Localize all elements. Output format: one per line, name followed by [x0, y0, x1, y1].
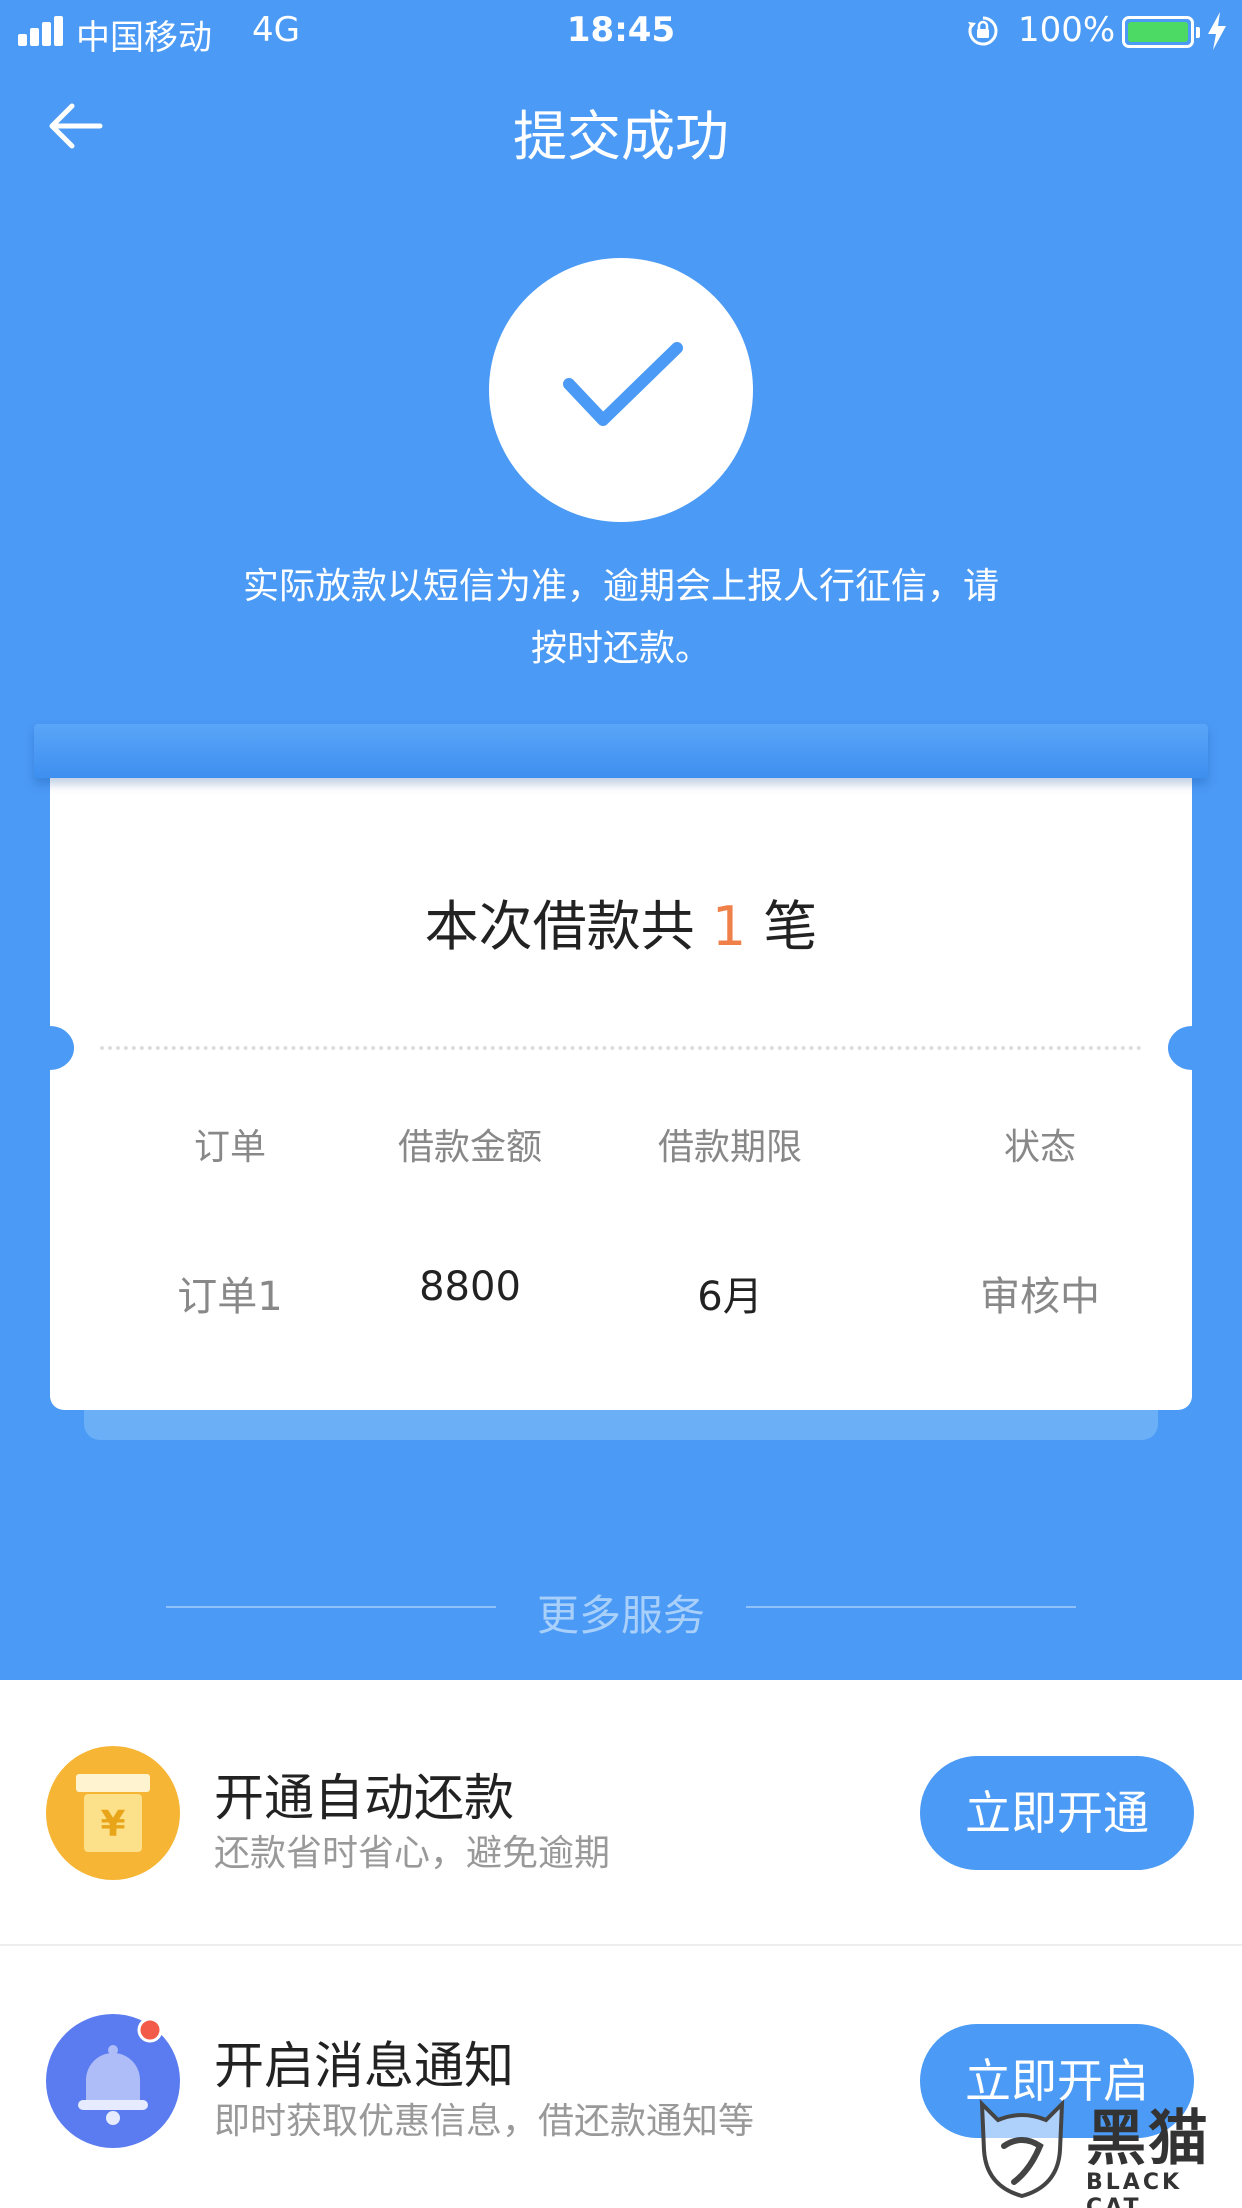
page-title: 提交成功: [513, 105, 729, 168]
repayment-notice: 实际放款以短信为准，逾期会上报人行征信，请 按时还款。: [180, 556, 1062, 680]
ticket-notch-left: [26, 1026, 74, 1070]
cat-logo-icon: [979, 2098, 1065, 2199]
watermark-en: BLACK CAT: [1086, 2170, 1183, 2208]
cell-status: 审核中: [980, 1274, 1100, 1320]
service-title: 开通自动还款: [214, 1769, 514, 1827]
service-subtitle: 还款省时省心，避免逾期: [214, 1833, 611, 1874]
service-item-auto-repay: ¥ 开通自动还款 还款省时省心，避免逾期 立即开通: [0, 1680, 1242, 1946]
watermark-cn: 黑猫: [1086, 2104, 1210, 2174]
cell-amount: 8800: [419, 1264, 521, 1310]
card-slot: [34, 724, 1208, 778]
success-badge: [489, 258, 753, 522]
bell-icon: [46, 2014, 180, 2148]
checkmark-icon: [563, 342, 683, 426]
notice-line-1: 实际放款以短信为准，逾期会上报人行征信，请: [242, 566, 999, 607]
rotation-lock-icon: [968, 16, 998, 46]
dotted-divider: [100, 1046, 1142, 1050]
svg-text:¥: ¥: [100, 1804, 125, 1845]
header-status: 状态: [1003, 1127, 1076, 1168]
battery-icon: [1122, 16, 1200, 48]
notice-line-2: 按时还款。: [530, 628, 711, 669]
more-services-title: 更多服务: [536, 1591, 705, 1640]
yuan-box-icon: ¥: [46, 1746, 180, 1880]
loan-summary-card: 本次借款共 1 笔 订单 借款金额 借款期限 状态 订单1 8800 6月 审核…: [26, 778, 1216, 1410]
header-term: 借款期限: [657, 1127, 802, 1168]
black-cat-watermark: 黑猫 BLACK CAT: [968, 2090, 1242, 2208]
header-amount: 借款金额: [397, 1127, 542, 1168]
enable-auto-repay-button[interactable]: 立即开通: [920, 1756, 1194, 1870]
service-title: 开启消息通知: [214, 2037, 514, 2095]
loan-count-prefix: 本次借款共: [424, 895, 695, 958]
loan-count-number: 1: [711, 895, 747, 958]
ticket-notch-right: [1168, 1026, 1216, 1070]
service-subtitle: 即时获取优惠信息，借还款通知等: [214, 2101, 755, 2142]
status-bar: 中国移动 4G 18:45 100%: [0, 0, 1242, 62]
battery-percent: 100%: [1018, 10, 1116, 50]
cell-term: 6月: [697, 1274, 763, 1320]
charging-icon: [1208, 12, 1226, 50]
loan-count-title: 本次借款共 1 笔: [50, 882, 1192, 961]
loan-count-suffix: 笔: [763, 895, 818, 958]
